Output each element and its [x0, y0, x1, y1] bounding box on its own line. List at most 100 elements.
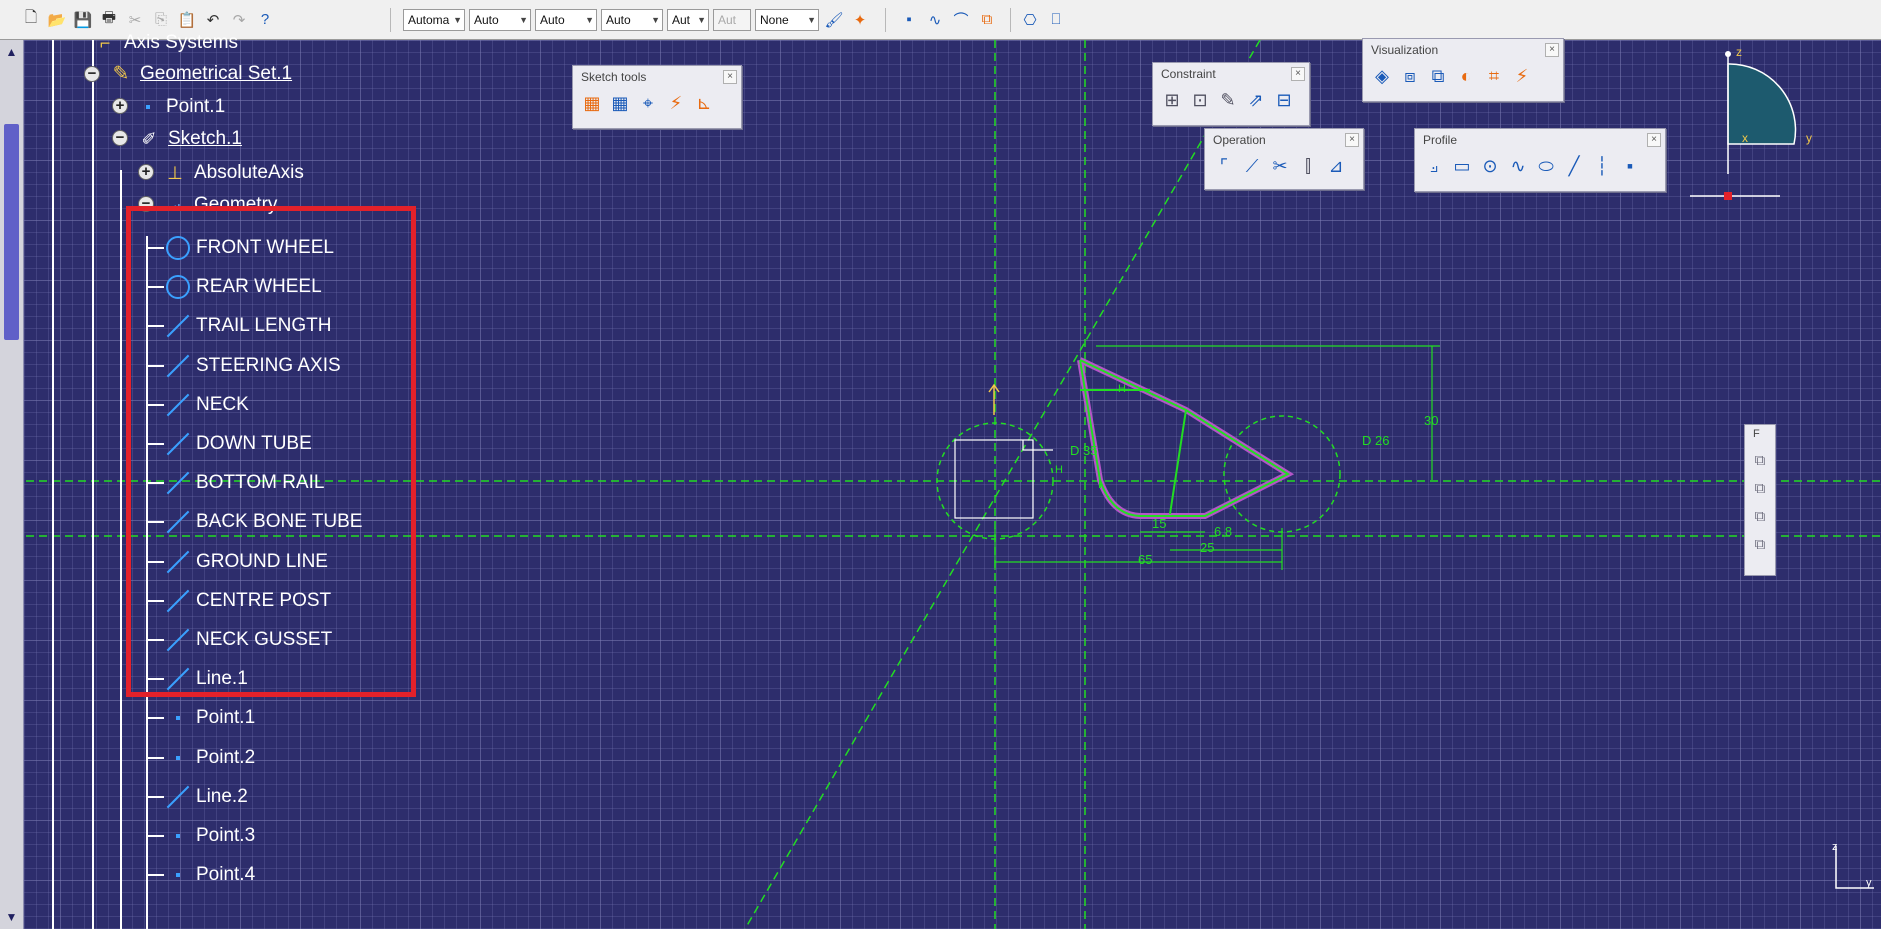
dim-6-8[interactable]: 6.8: [1214, 524, 1232, 539]
surface-icon[interactable]: ⌒: [950, 9, 972, 31]
dimensional-constraints-icon[interactable]: ⊾: [691, 90, 717, 116]
tree-item-geometrical-set[interactable]: ✎ Geometrical Set.1: [108, 59, 292, 89]
swap-icon[interactable]: ⎔: [1019, 9, 1041, 31]
toolbar-button-icon[interactable]: ⧉: [1748, 533, 1772, 557]
toolbar-button-icon[interactable]: ⧉: [1748, 449, 1772, 473]
collapse-icon[interactable]: −: [84, 66, 100, 82]
constraint-icon[interactable]: ⊡: [1187, 87, 1213, 113]
profile-icon[interactable]: ⟓: [1421, 153, 1447, 179]
constraint-h[interactable]: H: [1055, 464, 1063, 476]
whats-this-icon[interactable]: ?: [254, 9, 276, 31]
expand-icon[interactable]: +: [138, 164, 154, 180]
expand-icon[interactable]: +: [112, 98, 128, 114]
mirror-icon[interactable]: ⫿: [1295, 153, 1321, 179]
point-icon[interactable]: ▪: [898, 9, 920, 31]
visualization-toolbar: Visualization × ◈ ⧈ ⧉ ◐ ⌗ ⚡: [1362, 38, 1564, 102]
dim-15[interactable]: 15: [1152, 516, 1166, 531]
animate-constraint-icon[interactable]: ⇗: [1243, 87, 1269, 113]
ellipse-icon[interactable]: ⬭: [1533, 153, 1559, 179]
rectangle-icon[interactable]: ▭: [1449, 153, 1475, 179]
new-icon[interactable]: 🗋: [20, 9, 42, 31]
color-select[interactable]: Automa ▼: [403, 8, 465, 31]
toolbar-button-icon[interactable]: ⧉: [1748, 505, 1772, 529]
scroll-down-icon[interactable]: ▼: [2, 907, 21, 927]
axis-icon[interactable]: ┆: [1589, 153, 1615, 179]
mini-axis-z: z: [1832, 841, 1838, 853]
tree-item-axis-systems[interactable]: ⌐ Axis Systems: [92, 28, 238, 58]
geometry-item[interactable]: Point.1: [166, 703, 255, 733]
dim-65[interactable]: 65: [1138, 552, 1152, 567]
mini-axis-y: y: [1866, 877, 1872, 889]
corner-icon[interactable]: ⌜: [1211, 153, 1237, 179]
geometry-item[interactable]: Point.3: [166, 821, 255, 851]
geometry-item-label: Line.2: [196, 785, 248, 807]
toolbar-button-icon[interactable]: ⧉: [1748, 477, 1772, 501]
measure-icon[interactable]: ⧉: [976, 9, 998, 31]
line-icon[interactable]: ╱: [1561, 153, 1587, 179]
constraint-h-top[interactable]: H: [1118, 383, 1126, 395]
close-icon[interactable]: ×: [1345, 133, 1359, 147]
tree-item-sketch[interactable]: ✐ Sketch.1: [136, 124, 241, 154]
chevron-down-icon: ▼: [519, 14, 528, 25]
line-thickness-select[interactable]: Auto ▼: [535, 8, 597, 31]
geometry-item-label: Point.2: [196, 746, 256, 768]
tree-item-absolute-axis[interactable]: ⊥ AbsoluteAxis: [162, 158, 304, 188]
close-icon[interactable]: ×: [1647, 133, 1661, 147]
tree-item-point1[interactable]: Point.1: [136, 92, 225, 122]
collapse-icon[interactable]: −: [112, 130, 128, 146]
render-icon[interactable]: ⎕: [1045, 9, 1067, 31]
dim-30[interactable]: 30: [1424, 413, 1438, 428]
point-icon: [166, 746, 190, 770]
dim-25[interactable]: 25: [1200, 540, 1214, 555]
cut-part-by-sketch-plane-icon[interactable]: ⧈: [1397, 63, 1423, 89]
spline-icon[interactable]: ∿: [924, 9, 946, 31]
geometric-display-icon[interactable]: ⚡: [1509, 63, 1535, 89]
geometric-constraints-icon[interactable]: ⚡: [663, 90, 689, 116]
close-icon[interactable]: ×: [1291, 67, 1305, 81]
dimensional-display-icon[interactable]: ⌗: [1481, 63, 1507, 89]
dim-d35[interactable]: D 35: [1070, 443, 1097, 458]
transparency-select[interactable]: Auto ▼: [469, 8, 531, 31]
edit-multi-constraint-icon[interactable]: ⊟: [1271, 87, 1297, 113]
snap-to-point-icon[interactable]: ▦: [607, 90, 633, 116]
constraint-dialog-icon[interactable]: ⊞: [1159, 87, 1185, 113]
close-icon[interactable]: ×: [1545, 43, 1559, 57]
open-icon[interactable]: 📂: [46, 9, 68, 31]
tree-connector: [146, 835, 164, 837]
axle-indicator: [1022, 440, 1053, 451]
panel-title-text: Visualization: [1371, 43, 1439, 57]
point-icon[interactable]: ▪: [1617, 153, 1643, 179]
trim-icon[interactable]: ✂: [1267, 153, 1293, 179]
scroll-thumb[interactable]: [4, 124, 19, 340]
geometry-item[interactable]: Line.2: [166, 782, 248, 812]
auto-constraint-icon[interactable]: ✎: [1215, 87, 1241, 113]
geometry-item[interactable]: Point.4: [166, 860, 255, 890]
painter-icon[interactable]: 🖌: [823, 9, 845, 31]
chamfer-icon[interactable]: ⟋: [1239, 153, 1265, 179]
construction-element-icon[interactable]: ⌖: [635, 90, 661, 116]
save-icon[interactable]: 💾: [72, 9, 94, 31]
layer-filter-select[interactable]: Aut: [713, 8, 751, 31]
line-type-select[interactable]: Auto ▼: [601, 8, 663, 31]
geometry-item[interactable]: Point.2: [166, 743, 255, 773]
tree-scrollbar[interactable]: ▲ ▼: [0, 40, 24, 929]
layer-select[interactable]: None ▼: [755, 8, 819, 31]
scroll-up-icon[interactable]: ▲: [2, 42, 21, 62]
circle-icon[interactable]: ⊙: [1477, 153, 1503, 179]
diagnostics-icon[interactable]: ◐: [1453, 63, 1479, 89]
properties-icon[interactable]: ✦: [849, 9, 871, 31]
compass[interactable]: z y x: [1688, 44, 1818, 204]
point-type-select[interactable]: Aut ▼: [667, 8, 709, 31]
spline-icon[interactable]: ∿: [1505, 153, 1531, 179]
visualization-mode-icon[interactable]: ⧉: [1425, 63, 1451, 89]
normal-view-icon[interactable]: ◈: [1369, 63, 1395, 89]
grid-icon[interactable]: ▦: [579, 90, 605, 116]
line-icon: [166, 785, 190, 809]
panel-title: Profile ×: [1415, 129, 1665, 151]
close-icon[interactable]: ×: [723, 70, 737, 84]
panel-title: Constraint ×: [1153, 63, 1309, 85]
toolbar-separator: [390, 7, 391, 32]
panel-title-text: Constraint: [1161, 67, 1216, 81]
project-3d-icon[interactable]: ⊿: [1323, 153, 1349, 179]
dim-d26[interactable]: D 26: [1362, 433, 1389, 448]
